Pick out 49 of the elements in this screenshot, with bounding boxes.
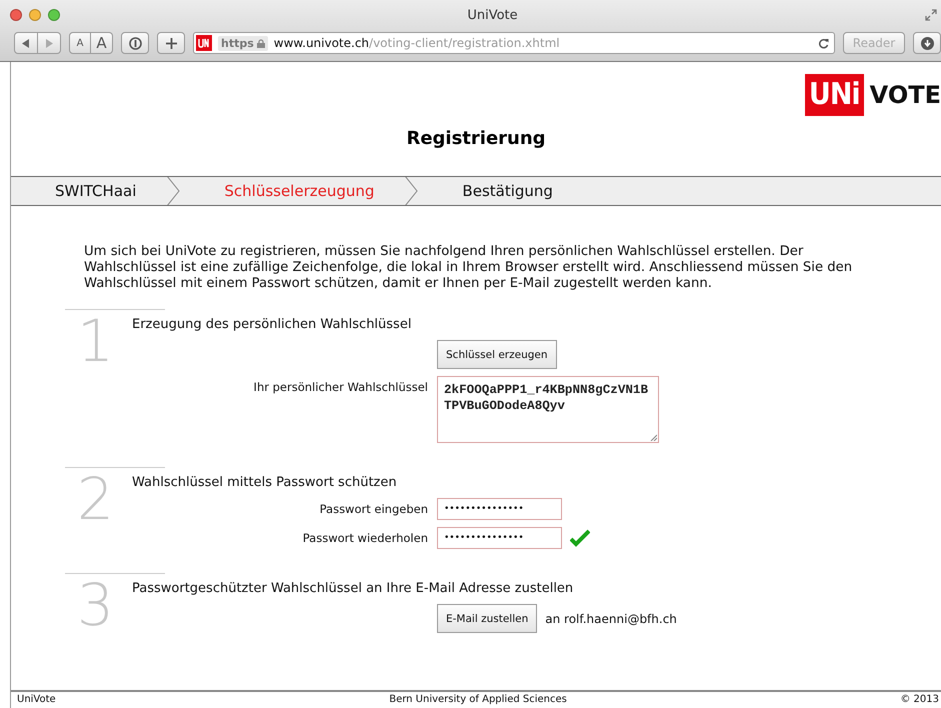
reload-icon (818, 38, 829, 48)
text-larger-button[interactable]: A (91, 32, 113, 54)
plus-icon (166, 38, 176, 48)
chevron-icon (404, 177, 418, 205)
resize-handle-icon (650, 434, 657, 441)
https-badge: https (218, 36, 268, 50)
footer-text: Bern University of Applied Sciences (389, 694, 567, 705)
key-field[interactable]: 2kFOOQaPPP1_r4KBpNN8gCzVN1BTPVBuGODodeA8Qyv (437, 376, 659, 443)
section-title: Erzeugung des persönlichen Wahlschlüssel (132, 317, 412, 332)
close-button[interactable] (10, 9, 22, 21)
info-icon (128, 36, 142, 50)
text-smaller-button[interactable]: A (69, 32, 91, 54)
forward-icon (45, 38, 53, 48)
password-field[interactable]: ••••••••••••••• (437, 527, 562, 549)
action-button[interactable]: Schlüssel erzeugen (437, 340, 557, 369)
field-label: Ihr persönlicher Wahlschlüssel (254, 380, 428, 394)
add-button[interactable] (157, 32, 185, 54)
footer-text: UniVote (17, 694, 56, 705)
section-title: Wahlschlüssel mittels Passwort schützen (132, 475, 398, 490)
section-title: Passwortgeschützter Wahlschlüssel an Ihre E-Mail Adresse zustellen (132, 581, 574, 596)
minimize-button[interactable] (29, 9, 41, 21)
chevron-icon (166, 177, 180, 205)
url-domain: www.univote.ch (274, 36, 370, 50)
window-title: UniVote (466, 8, 519, 22)
lock-icon (256, 38, 265, 48)
site-logo-icon (196, 35, 212, 51)
footer-text: © 2013 (900, 694, 940, 705)
page-heading: Registrierung (405, 128, 547, 149)
step-label: SWITCHaai (54, 182, 138, 200)
zoom-button[interactable] (48, 9, 60, 21)
address-bar[interactable]: https www.univote.ch/voting-client/registration.xhtml (193, 32, 835, 54)
back-button[interactable] (14, 32, 38, 54)
logo-mark: UNi (804, 74, 864, 116)
url-path: /voting-client/registration.xhtml (369, 36, 561, 50)
forward-button[interactable] (38, 32, 61, 54)
fullscreen-icon (925, 9, 937, 21)
password-field[interactable]: ••••••••••••••• (437, 498, 562, 520)
intro-text: Um sich bei UniVote zu registrieren, müssen Sie nachfolgend Ihren persönlichen Wahlschlüssel erstellen. Der Wahlschlüssel ist eine zufällige Zeichenfolge, die lokal in Ihrem Browser erstellt wird. Anschliessend müssen Sie den Wahlschlüssel mit einem Passwort schützen, damit er Ihnen per E-Mail zugestellt werden kann. (84, 244, 854, 292)
info-button[interactable] (121, 32, 149, 54)
step-label: Bestätigung (461, 182, 554, 200)
email-address: an rolf.haenni@bfh.ch (545, 612, 677, 626)
step-label: Schlüsselerzeugung (223, 182, 376, 200)
logo-text: VOTE (870, 81, 941, 109)
download-icon (920, 36, 934, 50)
action-button[interactable]: E-Mail zustellen (437, 604, 538, 633)
field-label: Passwort wiederholen (302, 531, 428, 545)
field-label: Passwort eingeben (320, 502, 428, 516)
download-button[interactable] (913, 32, 941, 54)
back-icon (22, 38, 30, 48)
